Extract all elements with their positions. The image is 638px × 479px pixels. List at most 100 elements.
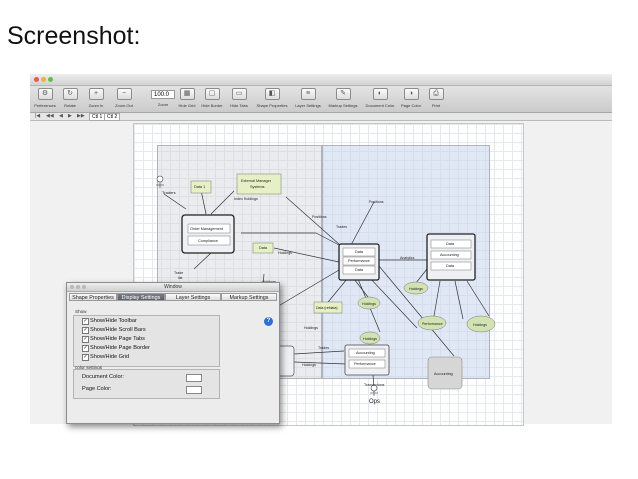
page-tab-bar: |◀ ◀◀ ◀ ▶ ▶▶ Ctl 1 Ctl 2 bbox=[30, 113, 612, 121]
tabs-icon: ▭ bbox=[231, 88, 247, 100]
forward-page-button[interactable]: ▶▶ bbox=[77, 113, 85, 120]
zoom-out-button[interactable]: − Zoom Out bbox=[112, 88, 136, 108]
markup-settings-button[interactable]: ✎ Markup Settings bbox=[326, 88, 360, 108]
grid-icon: ▦ bbox=[179, 88, 195, 100]
help-icon[interactable]: ? bbox=[264, 317, 273, 326]
shape-icon: ◧ bbox=[264, 88, 280, 100]
ops-label: Ops bbox=[369, 399, 380, 405]
connector bbox=[193, 251, 213, 270]
holdings-ellipse-4-label: Holdings bbox=[363, 337, 377, 341]
zoom-window-button[interactable] bbox=[48, 77, 53, 82]
close-window-button[interactable] bbox=[34, 77, 39, 82]
order-management-box bbox=[181, 214, 235, 254]
rewind-page-button[interactable]: ◀◀ bbox=[46, 113, 54, 120]
hide-tabs-button[interactable]: ▭ Hide Tabs bbox=[228, 88, 250, 108]
rotate-icon: ↻ bbox=[62, 88, 78, 100]
border-icon: ▢ bbox=[204, 88, 220, 100]
markup-settings-label: Markup Settings bbox=[328, 103, 358, 108]
option-scroll-bars[interactable]: ✓ Show/Hide Scroll Bars bbox=[82, 326, 146, 334]
connector bbox=[353, 278, 369, 298]
preferences-button[interactable]: ⚙ Preferences bbox=[33, 88, 57, 108]
edge-label: Holdings bbox=[302, 363, 316, 367]
page-color-button[interactable]: ◑ Page Color bbox=[398, 88, 424, 108]
window-close-button[interactable] bbox=[70, 285, 74, 289]
option-page-tabs[interactable]: ✓ Show/Hide Page Tabs bbox=[82, 335, 145, 343]
layer-settings-button[interactable]: ≡ Layer Settings bbox=[293, 88, 323, 108]
data-mid-label: Data bbox=[259, 246, 268, 250]
traders-label: Traders bbox=[162, 190, 176, 195]
shape-properties-button[interactable]: ◧ Shape Properties bbox=[254, 88, 290, 108]
scroll-bars-checkbox[interactable]: ✓ bbox=[82, 327, 89, 334]
connector bbox=[454, 280, 464, 320]
toolbar-checkbox[interactable]: ✓ bbox=[82, 318, 89, 325]
document-color-label: Document Color bbox=[365, 103, 395, 108]
edge-label: Trades bbox=[318, 346, 329, 350]
connector bbox=[210, 190, 235, 215]
hide-grid-button[interactable]: ▦ Hide Grid bbox=[176, 88, 198, 108]
window-title: Window bbox=[164, 284, 182, 290]
window-titlebar: Window bbox=[67, 283, 279, 292]
page-tab-1[interactable]: Ctl 1 bbox=[89, 113, 106, 121]
window-zoom-button[interactable] bbox=[82, 285, 86, 289]
gear-icon: ⚙ bbox=[37, 88, 53, 100]
accounting-box-data2: Data bbox=[446, 264, 455, 268]
edge-label: list bbox=[178, 276, 182, 280]
edge-label: Trade bbox=[174, 271, 183, 275]
page-tabs-checkbox[interactable]: ✓ bbox=[82, 336, 89, 343]
tab-display-settings[interactable]: Display Settings bbox=[117, 293, 165, 301]
page-tab-2[interactable]: Ctl 2 bbox=[104, 113, 121, 121]
print-button[interactable]: ⎙ Print bbox=[426, 88, 446, 108]
rotate-button[interactable]: ↻ Rotate bbox=[60, 88, 80, 108]
preferences-label: Preferences bbox=[34, 103, 56, 108]
page-border-checkbox[interactable]: ✓ bbox=[82, 345, 89, 352]
connector bbox=[315, 232, 340, 246]
connector bbox=[433, 280, 441, 317]
page-color-icon: ◑ bbox=[403, 88, 419, 100]
first-page-button[interactable]: |◀ bbox=[35, 113, 40, 120]
edge-label: Transactions bbox=[364, 383, 385, 387]
page-color-label: Page Color bbox=[400, 103, 421, 108]
zoom-label-item: Zoom bbox=[148, 102, 178, 107]
hide-border-button[interactable]: ▢ Hide Border bbox=[200, 88, 224, 108]
document-color-label: Document Color: bbox=[82, 374, 124, 380]
display-settings-window: Window Shape Properties Display Settings… bbox=[66, 282, 280, 424]
edge-label: Holdings bbox=[304, 326, 318, 330]
performance-box-data2: Data bbox=[355, 268, 364, 272]
layer-settings-label: Layer Settings bbox=[295, 103, 321, 108]
next-page-button[interactable]: ▶ bbox=[68, 113, 72, 120]
document-color-swatch[interactable] bbox=[186, 374, 202, 382]
tab-markup-settings[interactable]: Markup Settings bbox=[221, 293, 277, 301]
minimize-window-button[interactable] bbox=[41, 77, 46, 82]
option-toolbar[interactable]: ✓ Show/Hide Toolbar bbox=[82, 317, 137, 325]
accounting-box-data1: Data bbox=[446, 242, 455, 246]
page-color-swatch[interactable] bbox=[186, 386, 202, 394]
external-manager-line2: Systems bbox=[250, 185, 265, 189]
option-toolbar-label: Show/Hide Toolbar bbox=[90, 318, 137, 324]
zoom-out-icon: − bbox=[116, 88, 132, 100]
zoom-field[interactable]: 100.0 bbox=[151, 90, 175, 99]
performance-box-perf: Performance bbox=[348, 259, 370, 263]
edge-label: Positions bbox=[312, 215, 327, 219]
zoom-in-button[interactable]: + Zoom In bbox=[86, 88, 106, 108]
zoom-out-label: Zoom Out bbox=[115, 103, 133, 108]
show-options-group: ✓ Show/Hide Toolbar ✓ Show/Hide Scroll Bar… bbox=[73, 315, 220, 367]
external-manager-box bbox=[236, 173, 282, 195]
settings-tabs: Shape Properties Display Settings Layer … bbox=[69, 293, 277, 302]
edge-label: Analytics bbox=[400, 256, 415, 260]
page-color-label: Page Color: bbox=[82, 386, 112, 392]
traders-actor: Traders bbox=[156, 175, 176, 195]
option-grid[interactable]: ✓ Show/Hide Grid bbox=[82, 353, 129, 361]
data1-label: Data 1 bbox=[194, 185, 205, 189]
color-settings-group: Document Color: Page Color: bbox=[73, 369, 220, 399]
tab-layer-settings[interactable]: Layer Settings bbox=[165, 293, 221, 301]
slide-title: Screenshot: bbox=[7, 22, 141, 50]
window-minimize-button[interactable] bbox=[76, 285, 80, 289]
edge-label: Index Holdings bbox=[234, 197, 258, 201]
prev-page-button[interactable]: ◀ bbox=[59, 113, 63, 120]
ops-actor: Ops bbox=[369, 384, 380, 405]
option-page-border[interactable]: ✓ Show/Hide Page Border bbox=[82, 344, 150, 352]
edge-label: Positions bbox=[369, 200, 384, 204]
tab-shape-properties[interactable]: Shape Properties bbox=[69, 293, 117, 301]
document-color-button[interactable]: ◐ Document Color bbox=[363, 88, 397, 108]
grid-checkbox[interactable]: ✓ bbox=[82, 354, 89, 361]
